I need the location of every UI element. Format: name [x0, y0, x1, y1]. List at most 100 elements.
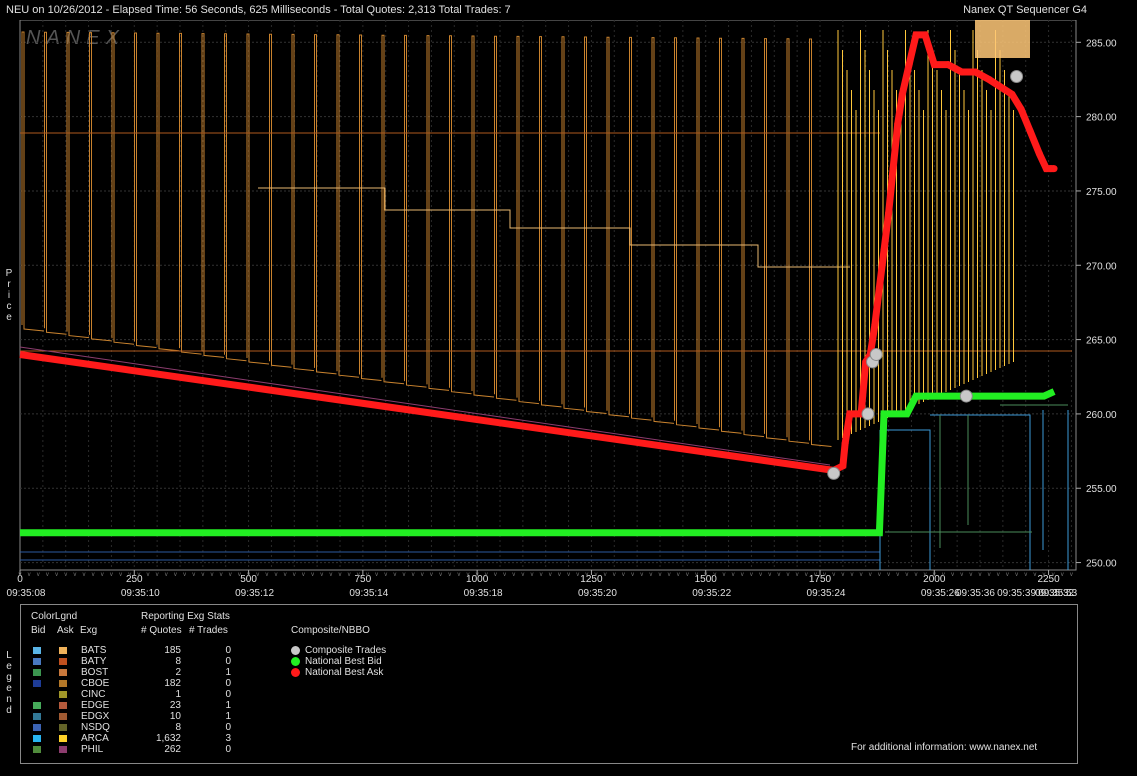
- legend-quote-count: 262: [164, 744, 181, 755]
- time-marker: v: [997, 572, 1000, 578]
- time-marker: v: [540, 572, 543, 578]
- y-tick-label: 280.00: [1086, 113, 1117, 124]
- legend-bid-header: Bid: [31, 625, 46, 636]
- x-time-label: 09:35:10: [121, 588, 160, 599]
- legend-quote-count: 1: [175, 689, 181, 700]
- time-marker: v: [339, 572, 342, 578]
- x-time-label: 09:35:08: [7, 588, 46, 599]
- best-ask-point: [1026, 127, 1034, 135]
- x-time-label: 09:35:53: [1038, 588, 1077, 599]
- legend-quote-count: 8: [175, 722, 181, 733]
- time-marker: v: [640, 572, 643, 578]
- y-tick-label: 255.00: [1086, 484, 1117, 495]
- time-marker: v: [393, 572, 396, 578]
- time-marker: v: [329, 572, 332, 578]
- time-marker: v: [604, 572, 607, 578]
- composite-trade-point: [959, 389, 973, 403]
- composite-trade-point: [827, 466, 841, 480]
- best-ask-point: [894, 120, 902, 128]
- legend-exchange-name: CINC: [81, 689, 106, 700]
- time-marker: v: [841, 572, 844, 578]
- time-marker: v: [1061, 572, 1064, 578]
- time-marker: v: [896, 572, 899, 578]
- best-ask-point: [905, 61, 913, 69]
- legend-bid-swatch: [33, 669, 41, 676]
- legend-trade-count: 0: [225, 678, 231, 689]
- legend-exchange-name: BATY: [81, 656, 107, 667]
- best-ask-point: [930, 61, 938, 69]
- time-marker: v: [823, 572, 826, 578]
- best-ask-point: [898, 90, 906, 98]
- legend-ask-swatch: [59, 724, 67, 731]
- time-marker: v: [787, 572, 790, 578]
- legend-footer: For additional information: www.nanex.ne…: [851, 742, 1038, 753]
- time-marker: v: [851, 572, 854, 578]
- x-time-label: 09:35:26: [921, 588, 960, 599]
- time-marker: v: [631, 572, 634, 578]
- best-ask-point: [958, 68, 966, 76]
- time-marker: v: [375, 572, 378, 578]
- best-ask-point: [1035, 150, 1043, 158]
- time-marker: v: [777, 572, 780, 578]
- x-time-label: 09:35:20: [578, 588, 617, 599]
- legend-colorlgnd-header: ColorLgnd: [31, 611, 78, 622]
- time-marker: v: [796, 572, 799, 578]
- y-tick-label: 260.00: [1086, 410, 1117, 421]
- y-tick-label: 265.00: [1086, 336, 1117, 347]
- legend-quotes-header: # Quotes: [141, 625, 182, 636]
- legend-composite-header: Composite/NBBO: [291, 625, 370, 636]
- time-marker: v: [1052, 572, 1055, 578]
- time-marker: v: [357, 572, 360, 578]
- legend-bid-swatch: [33, 702, 41, 709]
- time-marker: v: [878, 572, 881, 578]
- best-ask-point: [839, 462, 847, 470]
- best-ask-point: [1050, 165, 1058, 173]
- nbbo-legend-label: National Best Ask: [305, 667, 384, 678]
- time-marker: v: [1070, 572, 1073, 578]
- legend-panel: ColorLgnd Bid Ask Exg Reporting Exg Stat…: [20, 604, 1078, 764]
- legend-bid-swatch: [33, 658, 41, 665]
- time-marker: v: [55, 572, 58, 578]
- legend-bid-swatch: [33, 713, 41, 720]
- time-marker: v: [595, 572, 598, 578]
- x-time-label: 09:35:36: [956, 588, 995, 599]
- time-marker: v: [119, 572, 122, 578]
- time-marker: v: [723, 572, 726, 578]
- header-info: NEU on 10/26/2012 - Elapsed Time: 56 Sec…: [6, 4, 511, 16]
- legend-ask-swatch: [59, 735, 67, 742]
- time-marker: v: [988, 572, 991, 578]
- legend-exchange-name: EDGE: [81, 700, 110, 711]
- legend-quote-count: 1,632: [155, 733, 181, 744]
- composite-trade-point: [861, 407, 875, 421]
- time-marker: v: [979, 572, 982, 578]
- best-ask-point: [1017, 105, 1025, 113]
- best-ask-point: [885, 209, 893, 217]
- legend-bid-swatch: [33, 647, 41, 654]
- legend-exchange-name: PHIL: [81, 744, 104, 755]
- time-marker: v: [659, 572, 662, 578]
- legend-exchange-name: CBOE: [81, 678, 110, 689]
- time-marker: v: [649, 572, 652, 578]
- time-marker: v: [467, 572, 470, 578]
- best-ask-point: [875, 284, 883, 292]
- y-tick-label: 275.00: [1086, 187, 1117, 198]
- best-ask-point: [985, 75, 993, 83]
- time-marker: v: [1043, 572, 1046, 578]
- time-marker: v: [156, 572, 159, 578]
- time-marker: v: [83, 572, 86, 578]
- time-marker: v: [951, 572, 954, 578]
- time-marker: v: [741, 572, 744, 578]
- time-marker: v: [220, 572, 223, 578]
- time-marker: v: [439, 572, 442, 578]
- legend-exchange-name: BOST: [81, 667, 109, 678]
- time-marker: v: [668, 572, 671, 578]
- best-ask-point: [841, 440, 849, 448]
- legend-ask-swatch: [59, 691, 67, 698]
- best-ask-point: [850, 410, 858, 418]
- legend-trade-count: 0: [225, 645, 231, 656]
- legend-trade-count: 3: [225, 733, 231, 744]
- time-marker: v: [869, 572, 872, 578]
- time-marker: v: [750, 572, 753, 578]
- time-marker: v: [585, 572, 588, 578]
- legend-ask-header: Ask: [57, 625, 74, 636]
